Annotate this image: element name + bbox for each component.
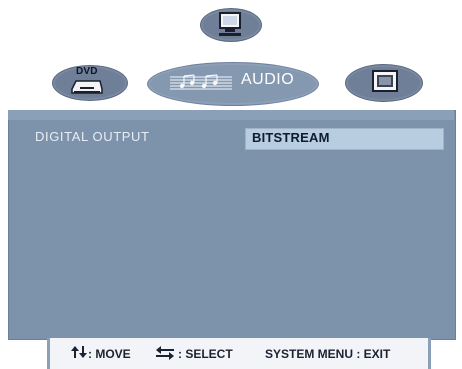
music-notes-icon — [170, 74, 232, 90]
monitor-icon — [219, 12, 241, 36]
footer-exit: SYSTEM MENU : EXIT — [265, 347, 391, 361]
move-arrows-icon — [71, 346, 87, 358]
digital-output-label[interactable]: DIGITAL OUTPUT — [35, 129, 150, 144]
footer-move: : MOVE — [88, 347, 131, 361]
select-arrows-icon — [156, 346, 174, 360]
panel-top-bar — [8, 110, 454, 120]
dvd-tab-label: DVD — [76, 66, 98, 77]
footer-select: : SELECT — [178, 347, 233, 361]
digital-output-value[interactable]: BITSTREAM — [252, 130, 330, 145]
dvd-player-icon — [71, 80, 103, 94]
tv-icon — [372, 70, 398, 92]
audio-tab-label: AUDIO — [241, 71, 295, 88]
